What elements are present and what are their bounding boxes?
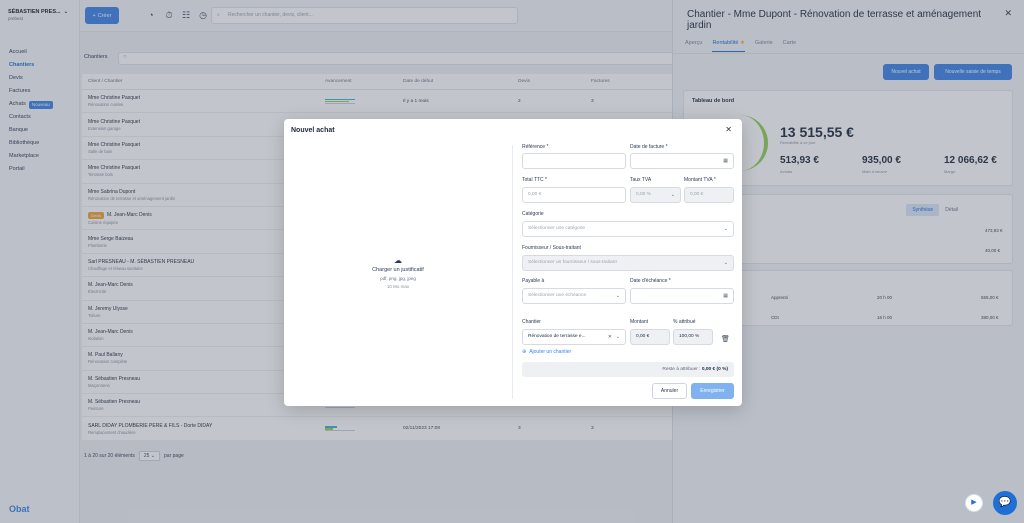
- chevron-down-icon: ⌄: [723, 226, 728, 232]
- upload-dropzone[interactable]: ☁ Charger un justificatif pdf, png, jpg,…: [284, 145, 512, 399]
- chat-icon[interactable]: 💬: [993, 491, 1017, 515]
- trash-icon[interactable]: 🗑: [721, 335, 730, 343]
- chevron-down-icon: ⌄: [670, 192, 675, 198]
- vat-rate-label: Taux TVA: [630, 177, 652, 183]
- chevron-down-icon: ⌄: [723, 260, 728, 266]
- chevron-down-icon: ⌄: [615, 293, 620, 299]
- amount-label: Montant: [630, 319, 649, 325]
- total-ttc-input[interactable]: 0,00 €: [522, 187, 626, 203]
- category-select[interactable]: Sélectionner une catégorie ⌄: [522, 221, 734, 237]
- cloud-upload-icon: ☁: [394, 255, 402, 265]
- save-button[interactable]: Enregistrer: [691, 383, 734, 399]
- reference-input[interactable]: [522, 153, 626, 169]
- share-label: % attribué: [673, 319, 696, 325]
- chantier-select[interactable]: Rénovation de terrasse e... ✕ ⌄: [522, 329, 626, 345]
- modal-title: Nouvel achat: [291, 127, 335, 134]
- close-icon[interactable]: ✕: [725, 125, 732, 134]
- due-date-label: Date d'échéance *: [630, 278, 671, 284]
- remaining-to-allocate: Reste à attribuer : 0,00 € (0 %): [522, 362, 734, 377]
- cancel-button[interactable]: Annuler: [652, 383, 687, 399]
- add-chantier-link[interactable]: ⊕ Ajouter un chantier: [522, 349, 571, 355]
- total-ttc-label: Total TTC *: [522, 177, 547, 183]
- new-purchase-modal: Nouvel achat ✕ ☁ Charger un justificatif…: [284, 119, 742, 406]
- vat-amount-input[interactable]: 0,00 €: [684, 187, 734, 203]
- share-input[interactable]: 100,00 %: [673, 329, 713, 345]
- payable-select[interactable]: Sélectionner une échéance ⌄: [522, 288, 626, 304]
- vat-amount-label: Montant TVA *: [684, 177, 716, 183]
- divider: [512, 145, 513, 399]
- due-date-input[interactable]: ▦: [630, 288, 734, 304]
- plus-circle-icon: ⊕: [522, 349, 527, 355]
- calendar-icon: ▦: [723, 293, 728, 299]
- upload-title: Charger un justificatif: [372, 266, 424, 273]
- clear-icon[interactable]: ✕: [608, 330, 612, 344]
- vat-rate-select[interactable]: 0,00 % ⌄: [630, 187, 681, 203]
- upload-max: 10 Mo max: [386, 283, 410, 289]
- chantier-label: Chantier: [522, 319, 541, 325]
- chevron-down-icon: ⌄: [615, 334, 620, 340]
- invoice-date-input[interactable]: ▦: [630, 153, 734, 169]
- invoice-date-label: Date de facture *: [630, 144, 668, 150]
- amount-input[interactable]: 0,00 €: [630, 329, 670, 345]
- reference-label: Référence *: [522, 144, 549, 150]
- upload-types: pdf, png, jpg, jpeg: [380, 275, 416, 281]
- payable-label: Payable à: [522, 278, 545, 284]
- video-help-icon[interactable]: ▶: [965, 494, 983, 512]
- category-label: Catégorie: [522, 211, 544, 217]
- supplier-select[interactable]: Sélectionner un fournisseur / sous-trait…: [522, 255, 734, 271]
- calendar-icon: ▦: [723, 158, 728, 164]
- supplier-label: Fournisseur / Sous-traitant: [522, 245, 581, 251]
